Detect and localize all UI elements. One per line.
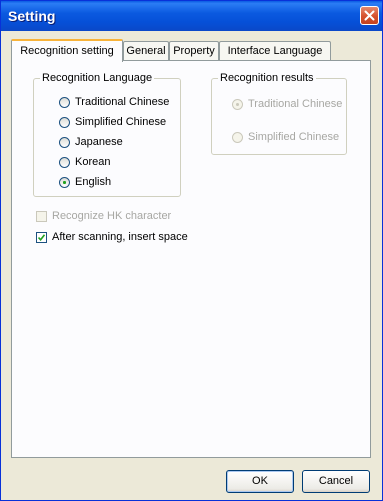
tab-property[interactable]: Property	[169, 41, 219, 61]
radio-button[interactable]	[59, 157, 70, 168]
radio-button[interactable]	[232, 99, 243, 110]
radio-label: Korean	[75, 156, 111, 168]
radio-label: English	[75, 176, 112, 188]
checkbox-box[interactable]	[36, 232, 47, 243]
tab-recognition-setting[interactable]: Recognition setting	[11, 39, 123, 62]
checkbox-label: After scanning, insert space	[52, 231, 188, 243]
tab-interface-language[interactable]: Interface Language	[219, 41, 331, 61]
radio-button[interactable]	[59, 137, 70, 148]
radio-button[interactable]	[59, 97, 70, 108]
checkbox-label: Recognize HK character	[52, 210, 172, 222]
tab-general[interactable]: General	[123, 41, 169, 61]
close-button[interactable]	[360, 6, 379, 25]
cancel-button[interactable]: Cancel	[302, 470, 370, 493]
recognition-results-title: Recognition results	[218, 72, 316, 85]
recognition-language-title: Recognition Language	[40, 72, 155, 85]
radio-label: Simplified Chinese	[75, 116, 167, 128]
radio-button[interactable]	[59, 117, 70, 128]
radio-label: Traditional Chinese	[75, 96, 170, 108]
radio-label: Traditional Chinese	[248, 98, 343, 110]
title-bar[interactable]: Setting	[1, 1, 382, 31]
window-title: Setting	[8, 8, 56, 24]
radio-label: Simplified Chinese	[248, 131, 340, 143]
settings-window: Setting Recognition setting General Prop…	[0, 0, 383, 501]
ok-button[interactable]: OK	[226, 470, 294, 493]
recognition-language-group: Recognition Language Traditional Chinese…	[33, 72, 181, 197]
checkmark-icon	[38, 234, 45, 241]
radio-button[interactable]	[232, 132, 243, 143]
close-icon	[364, 10, 375, 21]
radio-label: Japanese	[75, 136, 123, 148]
recognition-results-group: Recognition results Traditional Chinese …	[211, 72, 347, 155]
tab-page-recognition-setting: Recognition Language Traditional Chinese…	[11, 60, 371, 458]
radio-button[interactable]	[59, 177, 70, 188]
checkbox-box[interactable]	[36, 211, 47, 222]
